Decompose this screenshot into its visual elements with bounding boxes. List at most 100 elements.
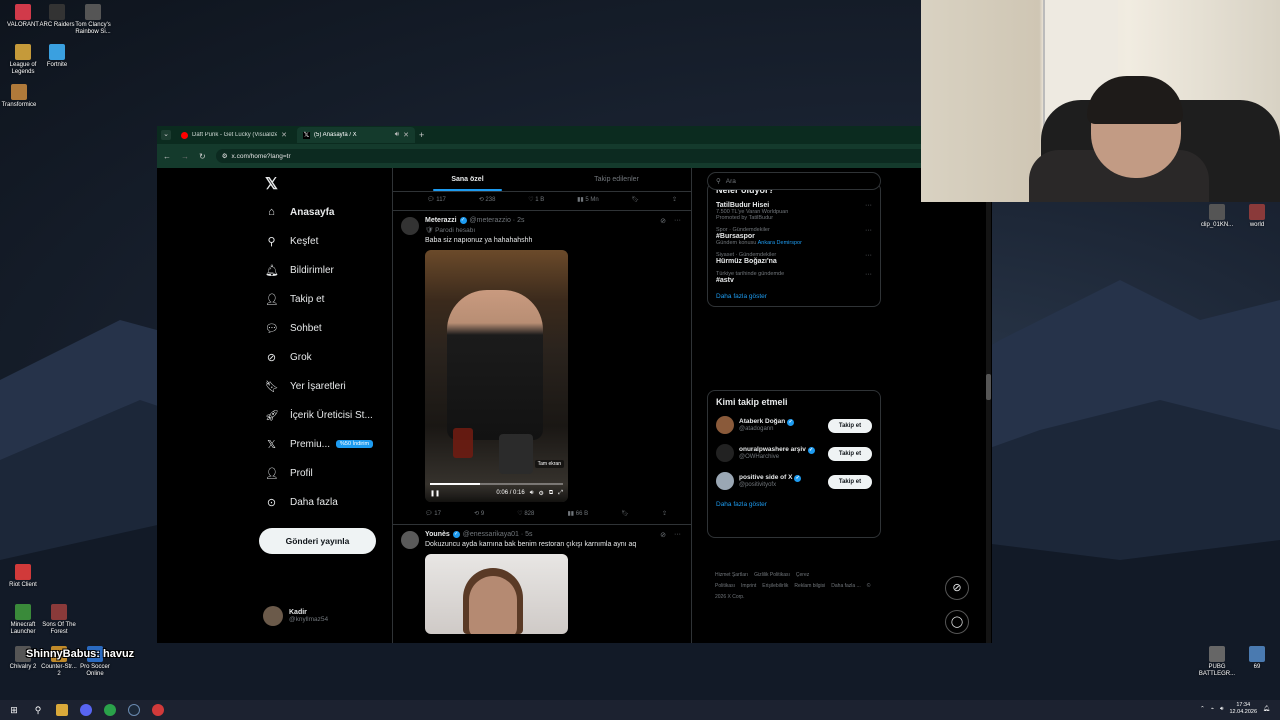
follow-suggestion[interactable]: Ataberk Doğan ✓ @atadogann Takip et <box>708 411 880 439</box>
forward-icon[interactable]: → <box>181 152 189 161</box>
steam-icon[interactable] <box>128 704 140 716</box>
repost-button[interactable]: ⟲ 238 <box>479 196 496 203</box>
desktop-shortcut[interactable]: Minecraft Launcher <box>4 604 42 636</box>
nav-item-bookmark[interactable]: 🔖︎ Yer İşaretleri <box>265 377 346 395</box>
avatar[interactable] <box>401 217 419 235</box>
more-icon[interactable]: ··· <box>865 202 872 209</box>
repost-button[interactable]: ⟲ 9 <box>474 510 484 517</box>
post-button[interactable]: Gönderi yayınla <box>259 528 376 554</box>
page-scrollbar[interactable] <box>986 168 991 643</box>
nav-item-chat[interactable]: 💬︎ Sohbet <box>265 319 322 337</box>
bookmark-icon[interactable]: 🔖︎ <box>621 510 629 517</box>
notification-icon[interactable]: 🔔︎ <box>1263 706 1270 712</box>
bookmark-icon[interactable]: 🔖︎ <box>632 196 640 203</box>
nav-item-home[interactable]: ⌂ Anasayfa <box>265 203 334 221</box>
chrome-icon[interactable] <box>104 704 116 716</box>
post-video[interactable] <box>425 554 568 634</box>
footer-link[interactable]: Reklam bilgisi <box>794 583 825 589</box>
desktop-shortcut[interactable]: clip_01KN... <box>1198 204 1236 229</box>
avatar[interactable] <box>716 472 734 490</box>
desktop-shortcut[interactable]: League of Legends <box>4 44 42 76</box>
reply-button[interactable]: 💬︎ 117 <box>427 196 446 203</box>
post-author-handle[interactable]: @meterazzio · 2s <box>470 217 525 224</box>
back-icon[interactable]: ← <box>163 152 171 161</box>
windows-start-icon[interactable]: ⊞ <box>8 704 20 716</box>
post[interactable]: Younès ✓ @enessarikaya01 · 5s ⊘ ··· Doku… <box>393 525 691 634</box>
grok-icon[interactable]: ⊘ <box>660 531 666 539</box>
account-switcher[interactable]: Kadir @knyllmaz54 <box>263 606 328 626</box>
tray-chevron-icon[interactable]: ⌃ <box>1200 706 1205 712</box>
desktop-shortcut[interactable]: Fortnite <box>38 44 76 69</box>
tab-youtube[interactable]: Daft Punk - Get Lucky (Visualize... ✕ <box>175 127 293 143</box>
desktop-shortcut[interactable]: world <box>1238 204 1276 229</box>
trend-item[interactable]: TatilBudur Hisei 7.500 TL'ye Varan Worldp… <box>708 199 880 224</box>
desktop-shortcut[interactable]: PUBG BATTLEGR... <box>1198 646 1236 678</box>
who-show-more-link[interactable]: Daha fazla göster <box>708 495 880 514</box>
desktop-shortcut[interactable]: 69 <box>1238 646 1276 671</box>
views-button[interactable]: ▮▮ 66 B <box>567 510 588 517</box>
desktop-shortcut[interactable]: Tom Clancy's Rainbow Si... <box>74 4 112 36</box>
footer-link[interactable]: Imprint <box>741 583 756 589</box>
more-icon[interactable]: ··· <box>674 531 681 539</box>
pause-icon[interactable]: ❚❚ <box>430 490 440 497</box>
file-explorer-icon[interactable] <box>56 704 68 716</box>
avatar[interactable] <box>716 444 734 462</box>
footer-link[interactable]: Erişilebilirlik <box>762 583 788 589</box>
footer-link[interactable]: Daha fazla ... <box>831 583 860 589</box>
more-icon[interactable]: ··· <box>674 217 681 225</box>
more-icon[interactable]: ··· <box>865 271 872 278</box>
nav-item-grok[interactable]: ⊘ Grok <box>265 348 312 366</box>
more-icon[interactable]: ··· <box>865 227 872 234</box>
search-input[interactable]: ⚲ Ara <box>707 172 881 190</box>
trends-show-more-link[interactable]: Daha fazla göster <box>708 287 880 306</box>
grok-icon[interactable]: ⊘ <box>660 217 666 225</box>
avatar[interactable] <box>401 531 419 549</box>
fullscreen-icon[interactable]: ⤢ <box>558 490 563 497</box>
desktop-shortcut[interactable]: Riot Client <box>4 564 42 589</box>
pip-icon[interactable]: ⧉ <box>549 490 553 497</box>
tab-audio-icon[interactable]: 🔊︎ <box>395 131 399 139</box>
tab-following[interactable]: Takip edilenler <box>542 168 691 191</box>
footer-link[interactable]: Hizmet Şartları <box>715 572 748 578</box>
trend-item[interactable]: Spor · Gündemdekiler #Bursaspor Gündem kon… <box>708 224 880 249</box>
messages-fab-icon[interactable]: ◯ <box>945 610 969 634</box>
nav-item-more-circle[interactable]: ⊙ Daha fazla <box>265 493 338 511</box>
share-icon[interactable]: ⇪ <box>662 510 667 517</box>
x-logo-icon[interactable]: 𝕏 <box>265 174 278 194</box>
scroll-thumb[interactable] <box>986 374 991 400</box>
nav-item-rocket[interactable]: 🚀︎ İçerik Üreticisi St... <box>265 406 373 424</box>
follow-button[interactable]: Takip et <box>828 419 872 433</box>
tab-x-home[interactable]: 𝕏 (5) Anasayfa / X 🔊︎ ✕ <box>297 127 415 143</box>
post-author-name[interactable]: Younès <box>425 531 450 538</box>
network-icon[interactable]: ⌁ <box>1211 706 1214 712</box>
tab-search-button[interactable]: ⌄ <box>161 130 171 140</box>
reply-button[interactable]: 💬︎ 17 <box>425 510 441 517</box>
nav-item-search[interactable]: ⚲ Keşfet <box>265 232 318 250</box>
nav-item-profile[interactable]: 👤︎ Profil <box>265 464 313 482</box>
follow-button[interactable]: Takip et <box>828 447 872 461</box>
trend-item[interactable]: Türkiye tarihinde gündemde #astv ··· <box>708 268 880 287</box>
follow-suggestion[interactable]: positive side of X ✓ @positivityofx Takip … <box>708 467 880 495</box>
new-tab-button[interactable]: + <box>419 130 424 140</box>
like-button[interactable]: ♡ 828 <box>517 510 534 517</box>
desktop-shortcut[interactable]: ARC Raiders <box>38 4 76 29</box>
tab-close-icon[interactable]: ✕ <box>281 131 287 139</box>
volume-icon[interactable]: 🔊︎ <box>1220 706 1223 713</box>
discord-icon[interactable] <box>80 704 92 716</box>
post-author-name[interactable]: Meterazzi <box>425 217 457 224</box>
avatar[interactable] <box>716 416 734 434</box>
post-video[interactable]: Tam ekran ❚❚ 0:06 / 0:16 🔊︎ ⚙ ⧉ ⤢ <box>425 250 568 502</box>
footer-link[interactable]: Gizlilik Politikası <box>754 572 790 578</box>
like-button[interactable]: ♡ 1 B <box>528 196 544 203</box>
desktop-shortcut[interactable]: Transformice <box>0 84 38 109</box>
follow-suggestion[interactable]: onuralpwashere arşiv ✓ @OWHarchive Takip e… <box>708 439 880 467</box>
more-icon[interactable]: ··· <box>865 252 872 259</box>
follow-button[interactable]: Takip et <box>828 475 872 489</box>
reload-icon[interactable]: ↻ <box>199 152 206 161</box>
post-author-handle[interactable]: @enessarikaya01 · 5s <box>463 531 533 538</box>
share-icon[interactable]: ⇪ <box>672 196 677 203</box>
nav-item-x[interactable]: 𝕏 Premiu... %50 İndirim <box>265 435 374 453</box>
nav-item-add-user[interactable]: 👤︎ Takip et <box>265 290 324 308</box>
grok-fab-icon[interactable]: ⊘ <box>945 576 969 600</box>
post[interactable]: Meterazzi ✓ @meterazzio · 2s ⊘ ··· 🛡︎ Pa… <box>393 211 691 520</box>
